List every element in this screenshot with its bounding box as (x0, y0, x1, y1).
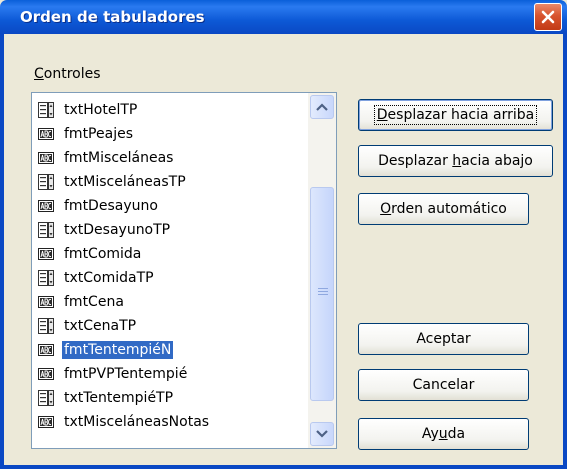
textfield-icon (38, 390, 54, 406)
thumb-grip-line (318, 288, 328, 289)
auto-order-label-after: rden automático (391, 201, 507, 217)
move-down-button[interactable]: Desplazar h acia abajo (358, 145, 553, 177)
list-item-label: txtMisceláneasNotas (64, 414, 210, 430)
list-item[interactable]: fmtCena (38, 290, 126, 314)
close-icon (541, 10, 555, 24)
accept-label: Aceptar (416, 331, 471, 347)
list-item[interactable]: txtComidaTP (38, 266, 156, 290)
close-button[interactable] (534, 3, 562, 31)
thumb-grip-line (318, 291, 328, 292)
scroll-down-button[interactable] (310, 422, 334, 446)
list-item[interactable]: fmtDesayuno (38, 194, 160, 218)
list-item-label: fmtPeajes (64, 126, 133, 142)
label-field-icon (38, 416, 54, 428)
list-item[interactable]: fmtMisceláneas (38, 146, 175, 170)
controls-listbox[interactable]: txtHotelTP fmtPeajes fmtMisceláneas txtMisc… (31, 92, 337, 449)
controls-label-mnemonic: C (34, 66, 44, 82)
label-field-icon (38, 368, 54, 380)
label-field-icon (38, 296, 54, 308)
list-item[interactable]: fmtPVPTentempié (38, 362, 189, 386)
label-field-icon (38, 128, 54, 140)
list-item-label: fmtTentempiéN (62, 341, 174, 359)
list-item[interactable]: txtDesayunoTP (38, 218, 172, 242)
label-field-icon (38, 152, 54, 164)
cancel-label: Cancelar (412, 377, 475, 393)
list-item[interactable]: txtMisceláneasNotas (38, 410, 211, 434)
scroll-thumb[interactable] (310, 187, 334, 401)
auto-order-button[interactable]: Orden automático (358, 193, 529, 225)
move-down-label-after: acia abajo (461, 153, 533, 169)
move-up-focus-ring: Desplazar hacia arriba (373, 105, 538, 125)
textfield-icon (38, 270, 54, 286)
chevron-up-icon (316, 103, 328, 111)
title-bar[interactable]: Orden de tabuladores (0, 0, 567, 34)
move-down-mnemonic: h (452, 153, 462, 169)
move-up-label-after: esplazar hacia arriba (387, 107, 535, 123)
list-item-label: txtComidaTP (64, 270, 154, 286)
chevron-down-icon (316, 430, 328, 438)
help-mnemonic: u (438, 426, 448, 442)
textfield-icon (38, 222, 54, 238)
list-item[interactable]: fmtComida (38, 242, 143, 266)
label-field-icon (38, 200, 54, 212)
help-label-before: Ay (421, 426, 439, 442)
move-down-label-before: Desplazar (378, 153, 453, 169)
list-item[interactable]: txtTentempiéTP (38, 386, 175, 410)
list-item-label: fmtComida (64, 246, 142, 262)
list-item[interactable]: txtMisceláneasTP (38, 170, 188, 194)
label-field-icon (38, 344, 54, 356)
list-item-label: txtHotelTP (64, 102, 138, 118)
list-item-label: txtCenaTP (64, 318, 137, 334)
list-item[interactable]: txtHotelTP (38, 98, 139, 122)
window-title: Orden de tabuladores (20, 8, 205, 26)
cancel-button[interactable]: Cancelar (358, 369, 529, 401)
move-up-button[interactable]: Desplazar hacia arriba (358, 99, 553, 131)
textfield-icon (38, 318, 54, 334)
auto-order-mnemonic: O (380, 201, 392, 217)
help-button[interactable]: Ay u da (358, 418, 529, 450)
textfield-icon (38, 102, 54, 118)
list-item-label: txtDesayunoTP (64, 222, 171, 238)
scroll-up-button[interactable] (310, 95, 334, 119)
list-item[interactable]: fmtPeajes (38, 122, 135, 146)
move-up-mnemonic: D (376, 107, 388, 123)
list-item[interactable]: txtCenaTP (38, 314, 138, 338)
textfield-icon (38, 174, 54, 190)
controls-label-rest: ontroles (43, 66, 101, 82)
list-item-label: fmtDesayuno (64, 198, 158, 214)
list-item-label: fmtPVPTentempié (64, 366, 188, 382)
help-label-after: da (447, 426, 466, 442)
label-field-icon (38, 248, 54, 260)
thumb-grip-line (318, 294, 328, 295)
vertical-scrollbar[interactable] (308, 93, 336, 448)
list-item-label: txtMisceláneasTP (64, 174, 186, 190)
list-item[interactable]: fmtTentempiéN (38, 338, 174, 362)
list-item-label: txtTentempiéTP (64, 390, 174, 406)
list-item-label: fmtMisceláneas (64, 150, 174, 166)
accept-button[interactable]: Aceptar (358, 323, 529, 355)
list-item-label: fmtCena (64, 294, 124, 310)
controls-label: Controles (34, 66, 101, 82)
